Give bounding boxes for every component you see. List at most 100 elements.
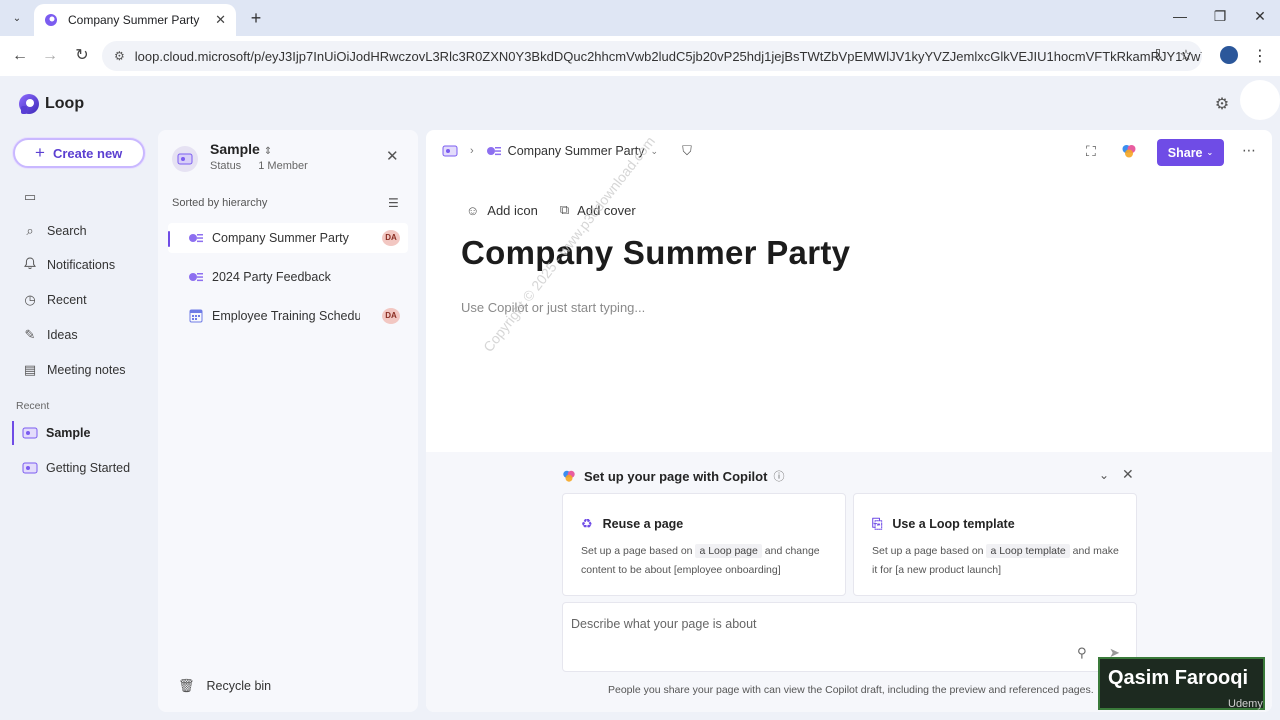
calendar-table-icon <box>189 309 203 323</box>
back-button[interactable]: ← <box>10 46 30 66</box>
nav-item-label: Search <box>47 224 87 238</box>
tab-close-icon[interactable]: ✕ <box>215 12 226 28</box>
card-chip[interactable]: a Loop template <box>986 544 1070 558</box>
card-example: [employee onboarding] <box>673 564 781 576</box>
card-title-label: Use a Loop template <box>892 517 1015 531</box>
workspace-name[interactable]: Sample ⇕ <box>210 141 272 157</box>
sort-label: Sorted by hierarchy <box>172 197 268 209</box>
loop-page-icon <box>189 234 203 243</box>
workspace-icon <box>177 153 193 165</box>
minimize-button[interactable]: — <box>1170 8 1190 24</box>
reuse-page-card[interactable]: ♻ Reuse a page Set up a page based on a … <box>562 493 846 596</box>
share-button-label: Share <box>1167 145 1203 160</box>
tab-search-button[interactable]: ⌄ <box>6 7 28 29</box>
sort-chevron-icon: ⇕ <box>263 146 273 157</box>
nav-item-label: Ideas <box>47 328 78 342</box>
more-options-icon[interactable]: ⋯ <box>1242 142 1256 159</box>
page-item-2024-party-feedback[interactable]: 2024 Party Feedback <box>168 262 408 292</box>
create-new-button[interactable]: + Create new <box>13 138 145 168</box>
collaborator-badge[interactable]: DA <box>382 230 400 246</box>
copilot-prompt-input[interactable]: Describe what your page is about ⚲ ➤ <box>562 602 1137 672</box>
page-item-company-summer-party[interactable]: Company Summer Party DA <box>168 223 408 253</box>
copilot-icon[interactable] <box>1121 143 1137 162</box>
attach-icon[interactable]: ⚲ <box>1077 645 1087 661</box>
nav-item-label: Recent <box>47 293 87 307</box>
recycle-bin[interactable]: 🗑 Recycle bin <box>178 678 271 694</box>
address-bar[interactable]: ⚙ loop.cloud.microsoft/p/eyJ3Ijp7InUiOiJ… <box>102 41 1202 71</box>
breadcrumb-separator-icon: › <box>470 145 474 157</box>
nav-item-panel-toggle[interactable]: ▭ <box>22 186 47 208</box>
restore-button[interactable]: ❐ <box>1210 8 1230 25</box>
nav-item-meeting-notes[interactable]: ▤ Meeting notes <box>22 359 126 381</box>
left-navigation: + Create new ▭ ⌕ Search Notifications ◷ … <box>0 128 158 720</box>
nav-item-notifications[interactable]: Notifications <box>22 254 115 276</box>
browser-tab[interactable]: Company Summer Party ✕ <box>34 4 236 36</box>
workspace-panel: Sample ⇕ Status 1 Member ✕ Sorted by hier… <box>158 130 418 712</box>
loop-logo-icon[interactable] <box>18 93 40 115</box>
close-icon[interactable]: ✕ <box>1122 466 1134 483</box>
site-info-icon[interactable]: ⚙ <box>114 49 125 63</box>
card-title: ♻ Reuse a page <box>581 516 683 532</box>
workspace-icon[interactable] <box>442 144 458 158</box>
close-panel-icon[interactable]: ✕ <box>386 147 399 165</box>
recent-item-sample[interactable]: Sample <box>12 421 152 445</box>
breadcrumb-page-title[interactable]: Company Summer Party <box>508 144 645 158</box>
collapse-chevron-icon[interactable]: ⌄ <box>1099 468 1109 482</box>
nav-item-ideas[interactable]: ✎ Ideas <box>22 324 78 346</box>
forward-button[interactable]: → <box>40 46 60 66</box>
workspace-status[interactable]: Status <box>210 160 241 172</box>
udemy-watermark: Udemy <box>1228 698 1263 710</box>
info-icon[interactable]: ⓘ <box>773 468 784 484</box>
nav-item-recent[interactable]: ◷ Recent <box>22 289 87 311</box>
page-title[interactable]: Company Summer Party <box>461 234 850 272</box>
share-button[interactable]: Share ⌄ <box>1157 139 1224 166</box>
new-tab-button[interactable]: + <box>246 8 266 28</box>
collaborator-badge[interactable]: DA <box>382 308 400 324</box>
nav-item-search[interactable]: ⌕ Search <box>22 220 87 242</box>
copilot-disclaimer: People you share your page with can view… <box>608 684 1094 696</box>
create-new-label: Create new <box>52 145 123 161</box>
card-desc-prefix: Set up a page based on <box>581 545 693 557</box>
url-text: loop.cloud.microsoft/p/eyJ3Ijp7InUiOiJod… <box>134 48 1202 64</box>
shield-icon[interactable]: ⛉ <box>682 143 692 159</box>
add-icon-button[interactable]: ☺ Add icon <box>466 202 538 218</box>
template-icon: ⎘ <box>872 516 883 531</box>
panel-icon: ▭ <box>23 189 37 204</box>
install-app-icon[interactable]: ⇩ <box>1148 46 1168 64</box>
card-title-label: Reuse a page <box>602 517 684 531</box>
recycle-bin-label: Recycle bin <box>206 679 272 693</box>
filter-icon[interactable]: ☰ <box>388 196 399 210</box>
app-header: Loop ⚙ <box>0 76 1280 128</box>
workspace-icon <box>22 427 38 439</box>
nav-item-label: Meeting notes <box>47 363 126 377</box>
close-window-button[interactable]: ✕ <box>1250 8 1270 25</box>
page-body-placeholder[interactable]: Use Copilot or just start typing... <box>461 300 645 315</box>
browser-menu-icon[interactable]: ⋮ <box>1252 46 1268 66</box>
app-name: Loop <box>45 95 85 112</box>
page-item-label: 2024 Party Feedback <box>212 270 331 284</box>
workspace-meta: Status 1 Member <box>210 160 322 172</box>
prompt-placeholder: Describe what your page is about <box>571 617 757 631</box>
loop-page-icon <box>189 273 203 282</box>
nav-item-label: Notifications <box>47 258 116 272</box>
page-header-actions: ☺ Add icon ⧉ Add cover <box>466 202 636 218</box>
recent-section-label: Recent <box>16 400 50 412</box>
reload-button[interactable]: ↻ <box>72 46 92 66</box>
page-item-employee-training-schedule[interactable]: Employee Training Schedule DA <box>168 301 408 331</box>
page-item-label: Employee Training Schedule <box>212 309 360 323</box>
card-description: Set up a page based on a Loop template a… <box>872 542 1122 580</box>
recent-item-getting-started[interactable]: Getting Started <box>12 456 152 480</box>
settings-gear-icon[interactable]: ⚙ <box>1212 94 1232 114</box>
trash-icon: 🗑 <box>178 678 195 693</box>
card-title: ⎘ Use a Loop template <box>872 516 1015 532</box>
use-template-card[interactable]: ⎘ Use a Loop template Set up a page base… <box>853 493 1137 596</box>
user-avatar[interactable] <box>1240 80 1280 120</box>
notes-icon: ▤ <box>23 362 37 377</box>
focus-mode-icon[interactable]: ⛶ <box>1086 143 1096 160</box>
profile-avatar[interactable] <box>1220 46 1238 64</box>
bookmark-star-icon[interactable]: ☆ <box>1176 46 1196 64</box>
workspace-members[interactable]: 1 Member <box>258 160 308 172</box>
card-chip[interactable]: a Loop page <box>695 544 762 558</box>
tab-title: Company Summer Party <box>68 13 200 27</box>
copilot-heading-label: Set up your page with Copilot <box>584 468 768 484</box>
